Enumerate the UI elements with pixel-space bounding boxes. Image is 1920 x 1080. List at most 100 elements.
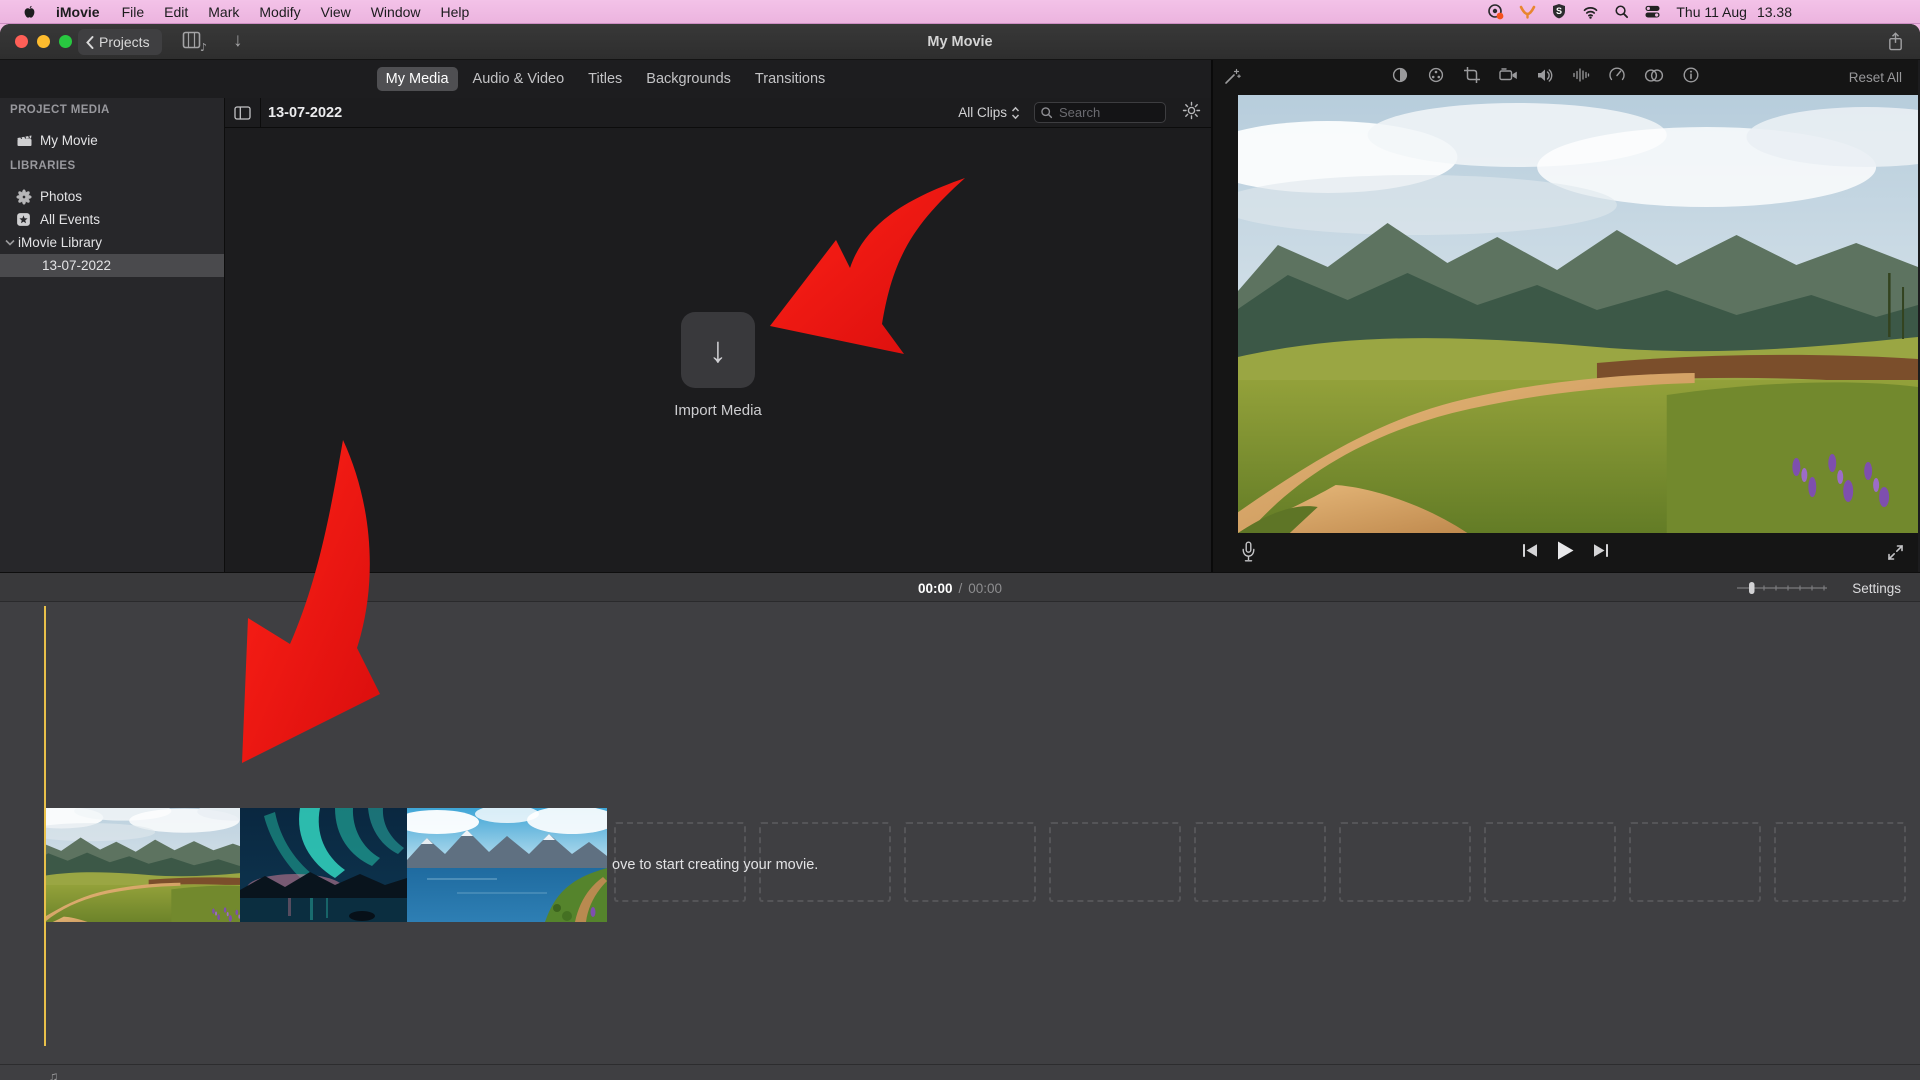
download-arrow-icon: ↓ xyxy=(709,332,727,368)
time-separator: / xyxy=(958,581,962,596)
control-center-icon[interactable] xyxy=(1644,4,1661,19)
tab-audio-video[interactable]: Audio & Video xyxy=(464,67,574,91)
timeline-placeholder-slot xyxy=(1484,822,1616,902)
import-media-button[interactable]: ↓ xyxy=(681,312,755,388)
color-balance-icon[interactable] xyxy=(1391,66,1409,89)
reset-all-button[interactable]: Reset All xyxy=(1849,60,1902,95)
apple-icon xyxy=(22,4,37,20)
menu-edit[interactable]: Edit xyxy=(154,4,198,20)
timeline-placeholder-slot xyxy=(1194,822,1326,902)
filter-label: All Clips xyxy=(958,105,1007,120)
transport-bar xyxy=(1213,533,1918,572)
stabilization-icon[interactable] xyxy=(1499,67,1518,88)
menu-imovie[interactable]: iMovie xyxy=(44,4,112,20)
menu-modify[interactable]: Modify xyxy=(249,4,310,20)
preview-pane: Reset All xyxy=(1213,60,1918,572)
sidebar-item-my-movie[interactable]: My Movie xyxy=(0,129,224,152)
adjust-toolbar: Reset All xyxy=(1213,60,1918,95)
sidebar-label: Photos xyxy=(40,189,82,204)
menu-bar: iMovie File Edit Mark Modify View Window… xyxy=(0,0,1920,24)
sidebar-label: 13-07-2022 xyxy=(42,258,111,273)
timeline-clip-lake[interactable] xyxy=(407,808,607,922)
tab-titles[interactable]: Titles xyxy=(579,67,631,91)
menu-window[interactable]: Window xyxy=(361,4,431,20)
effects-icon[interactable] xyxy=(1644,67,1664,89)
menu-file[interactable]: File xyxy=(112,4,155,20)
tab-transitions[interactable]: Transitions xyxy=(746,67,834,91)
color-correction-icon[interactable] xyxy=(1427,66,1445,89)
timeline-placeholder-slot xyxy=(904,822,1036,902)
search-input[interactable] xyxy=(1034,102,1166,123)
skip-back-icon[interactable] xyxy=(1521,543,1539,563)
annotation-arrow-timeline xyxy=(232,436,392,771)
star-square-icon xyxy=(16,212,31,227)
search-field xyxy=(1034,102,1166,123)
menubar-clock[interactable]: 13.38 xyxy=(1757,4,1792,20)
play-icon[interactable] xyxy=(1557,541,1574,565)
sidebar-item-event-13-07-2022[interactable]: 13-07-2022 xyxy=(0,254,224,277)
media-tabs: My Media Audio & Video Titles Background… xyxy=(0,60,1211,98)
apple-menu[interactable] xyxy=(14,4,44,20)
share-icon[interactable] xyxy=(1887,31,1904,57)
clip-settings-icon[interactable] xyxy=(1182,101,1201,125)
preview-landscape-image xyxy=(1238,95,1918,533)
window-title: My Movie xyxy=(0,24,1920,60)
volume-icon[interactable] xyxy=(1536,67,1554,89)
shield-s-icon[interactable]: S xyxy=(1551,3,1567,20)
timeline-clip-mountain-path[interactable] xyxy=(45,808,240,922)
svg-text:S: S xyxy=(1556,6,1562,16)
timeline-placeholder-slot xyxy=(1629,822,1761,902)
total-time: 00:00 xyxy=(968,581,1002,596)
screen: iMovie File Edit Mark Modify View Window… xyxy=(0,0,1920,1080)
orange-chevron-icon[interactable] xyxy=(1519,5,1536,19)
magic-wand-icon[interactable] xyxy=(1223,68,1241,91)
menu-mark[interactable]: Mark xyxy=(198,4,249,20)
search-icon xyxy=(1040,106,1053,119)
all-clips-filter[interactable]: All Clips xyxy=(958,105,1020,120)
timeline-hint-text: ove to start creating your movie. xyxy=(612,857,818,873)
playhead[interactable] xyxy=(44,606,46,1046)
tab-my-media[interactable]: My Media xyxy=(377,67,458,91)
spotlight-icon[interactable] xyxy=(1614,4,1629,19)
sidebar-label: iMovie Library xyxy=(18,235,102,250)
stepper-icon xyxy=(1011,106,1020,120)
music-note-icon: ♫ xyxy=(48,1068,59,1080)
crop-icon[interactable] xyxy=(1463,66,1481,89)
menubar-date[interactable]: Thu 11 Aug xyxy=(1676,4,1747,20)
tab-backgrounds[interactable]: Backgrounds xyxy=(637,67,740,91)
timeline-settings-button[interactable]: Settings xyxy=(1852,573,1901,603)
import-media-label: Import Media xyxy=(225,402,1211,419)
photos-flower-icon xyxy=(16,189,32,205)
status-record-icon[interactable] xyxy=(1487,3,1504,20)
current-time: 00:00 xyxy=(918,581,953,596)
zoom-slider-thumb[interactable] xyxy=(1749,582,1755,594)
timeline-zoom-slider[interactable] xyxy=(1736,581,1828,600)
menu-help[interactable]: Help xyxy=(431,4,480,20)
title-bar: Projects ♪ ↓ My Movie xyxy=(0,24,1920,60)
sidebar-item-imovie-library[interactable]: iMovie Library xyxy=(0,231,224,254)
info-icon[interactable] xyxy=(1682,66,1700,89)
preview-viewer xyxy=(1238,95,1918,533)
disclosure-chevron-icon[interactable] xyxy=(5,239,15,246)
timeline-placeholder-slot xyxy=(1774,822,1906,902)
panel-toggle-icon[interactable] xyxy=(225,98,261,127)
libraries-sidebar: PROJECT MEDIA xyxy=(0,98,225,572)
sidebar-item-all-events[interactable]: All Events xyxy=(0,208,224,231)
browser-pane: My Media Audio & Video Titles Background… xyxy=(0,60,1213,572)
menu-view[interactable]: View xyxy=(311,4,361,20)
speed-icon[interactable] xyxy=(1608,66,1626,89)
sidebar-label: My Movie xyxy=(40,133,98,148)
wifi-icon[interactable] xyxy=(1582,5,1599,19)
timeline-placeholder-slot xyxy=(1049,822,1181,902)
music-track-row: ♫ xyxy=(0,1064,1920,1080)
noise-reduction-icon[interactable] xyxy=(1572,67,1590,88)
libraries-header: LIBRARIES xyxy=(10,160,76,172)
fullscreen-icon[interactable] xyxy=(1886,543,1905,567)
sidebar-item-photos[interactable]: Photos xyxy=(0,185,224,208)
media-browser-header: 13-07-2022 All Clips xyxy=(225,98,1211,128)
timeline-placeholder-slot xyxy=(1339,822,1471,902)
timeline-clip-aurora[interactable] xyxy=(240,808,407,922)
annotation-arrow-import xyxy=(760,168,975,368)
event-title: 13-07-2022 xyxy=(268,105,342,121)
skip-forward-icon[interactable] xyxy=(1592,543,1610,563)
